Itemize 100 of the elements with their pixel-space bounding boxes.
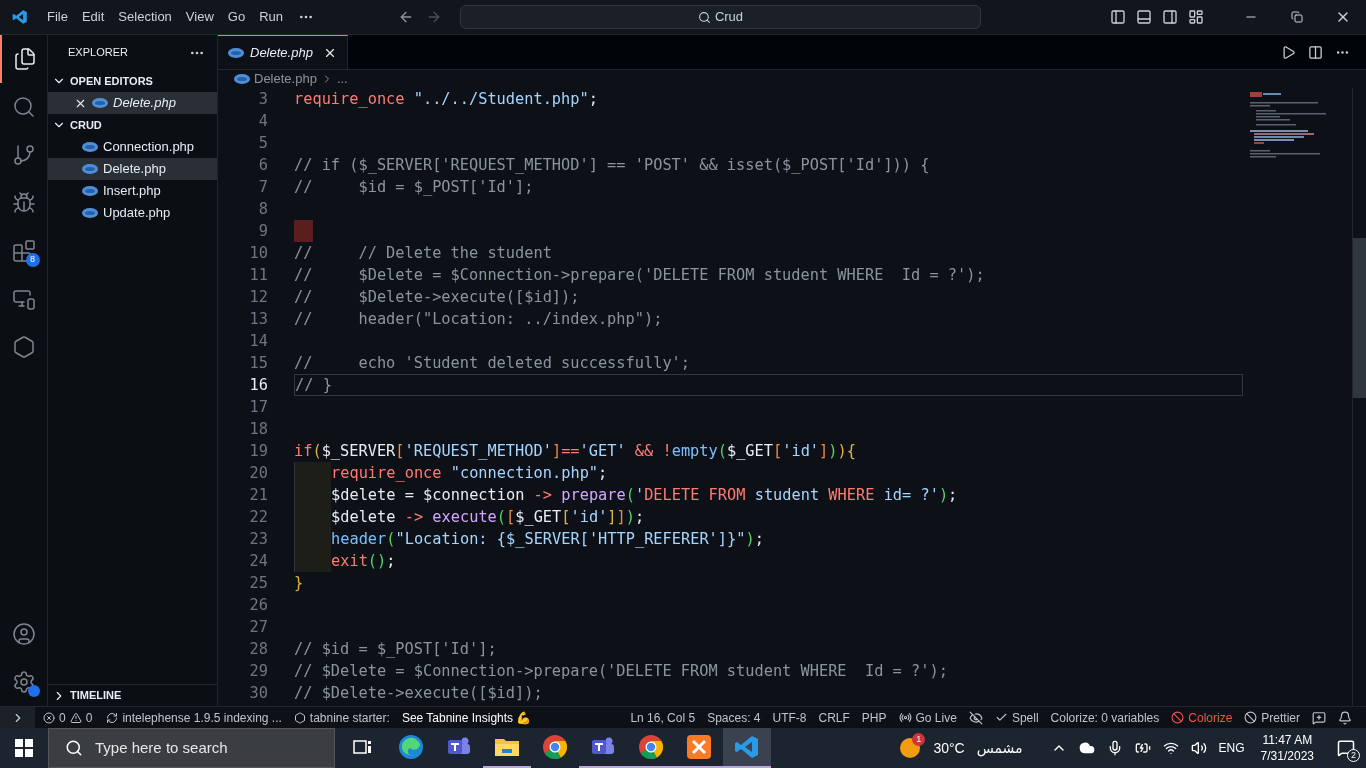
language-indicator[interactable]: ENG [1218,739,1245,757]
settings-icon [11,670,36,694]
editor-tab[interactable]: Delete.php [218,35,348,69]
line-number: 13 [248,308,268,330]
spell-button[interactable]: Spell [988,708,1045,727]
status-item[interactable]: See Tabnine Insights 💪 [395,708,538,727]
panel-toggle-icon[interactable] [1136,9,1152,25]
command-center-text: Crud [714,8,744,27]
notification-icon [1337,739,1355,757]
monitor-icon [11,287,36,311]
line-number: 9 [257,220,268,242]
explorer-entry[interactable]: Delete.php [48,92,217,114]
notifications-button[interactable]: 2 [1326,728,1366,768]
search-icon [697,10,711,24]
code-line: require_once "../../Student.php"; [294,88,598,110]
menu-item[interactable]: View [178,7,221,27]
prettier-button[interactable]: Prettier [1238,708,1306,727]
taskbar-search-input[interactable]: Type here to search [95,736,295,760]
wifi-icon[interactable] [1162,740,1179,756]
browser-icon [542,734,568,760]
eye-off-icon [968,710,983,725]
code-line: // $Delete = $Connection->prepare('DELETE FROM student WHERE Id = ?'); [294,264,985,286]
line-number: 7 [257,176,268,198]
line-number: 19 [248,440,268,462]
code-line: // header("Location: ../index.php"); [294,308,663,330]
line-number: 26 [248,594,268,616]
code-line: // $id = $_POST['Id']; [294,638,497,660]
status-item[interactable]: Colorize: 0 variables [1044,708,1166,727]
account-icon [11,622,36,646]
secondary-sidebar-icon[interactable] [1162,9,1178,25]
menu-item[interactable]: Selection [111,7,179,27]
hexagon-icon [293,711,306,724]
menu-item[interactable]: Edit [74,7,112,27]
code-line: // // Delete the student [294,242,552,264]
line-number: 22 [248,506,268,528]
line-number: 3 [257,88,268,110]
files-icon [12,47,37,71]
colorize-button[interactable]: Colorize [1165,708,1239,727]
back-icon[interactable] [398,9,414,25]
search-icon [65,739,83,757]
code-line: // } [295,374,332,396]
code-line: $delete -> execute([$_GET['id']]); [331,506,645,528]
split-editor-icon[interactable] [1308,44,1323,60]
breadcrumb-item[interactable]: ... [336,69,348,89]
section-header[interactable]: OPEN EDITORS [48,70,217,92]
layout-icon[interactable] [1188,9,1204,25]
menu-item[interactable]: Go [220,7,253,27]
weather-condition-text: مشمس [976,738,1023,759]
explorer-entry[interactable]: Update.php [48,202,217,224]
feedback-icon [1312,710,1326,725]
php-file-icon [234,74,250,84]
code-line: // if ($_SERVER['REQUEST_METHOD'] == 'POST' && isset($_POST['Id'])) { [294,154,930,176]
command-center-field[interactable]: Crud [460,5,981,29]
branch-icon [11,143,36,167]
explorer-entry[interactable]: Delete.php [48,158,217,180]
sidebar-title: EXPLORER [68,45,128,61]
line-number: 12 [248,286,268,308]
run-icon[interactable] [1281,44,1296,60]
explorer-entry[interactable]: Connection.php [48,136,217,158]
line-number: 29 [248,660,268,682]
line-number: 8 [257,198,268,220]
error-icon [43,711,55,724]
status-item[interactable]: CRLF [812,708,856,727]
line-number: 16 [248,374,268,396]
breadcrumb-item[interactable]: Delete.php [254,69,317,89]
status-item[interactable]: Ln 16, Col 5 [624,708,702,727]
clock-date[interactable]: 7/31/2023 [1260,748,1314,764]
check-icon [994,711,1008,724]
line-number: 27 [248,616,268,638]
clock-time[interactable]: 11:47 AM [1262,732,1313,748]
menu-item[interactable]: Run [252,7,290,27]
bug-icon [11,191,36,215]
volume-icon[interactable] [1190,740,1207,756]
status-item[interactable]: PHP [855,708,893,727]
weather-badge: 1 [912,733,926,746]
code-line: if($_SERVER['REQUEST_METHOD']=='GET' && !empty($_GET['id'])){ [294,440,856,462]
warning-icon [69,711,82,724]
tabnine-status[interactable]: tabnine starter: [287,708,396,727]
explorer-entry[interactable]: Insert.php [48,180,217,202]
line-number: 25 [248,572,268,594]
php-file-icon [82,186,98,196]
line-number: 24 [248,550,268,572]
section-header[interactable]: CRUD [48,114,217,136]
code-line: // $Delete->execute([$id]); [294,682,543,704]
status-item[interactable]: Spaces: 4 [701,708,767,727]
line-number: 18 [248,418,268,440]
php-file-icon [92,98,108,108]
indexing-status[interactable]: intelephense 1.9.5 indexing ... [100,708,288,727]
temperature-text: 30°C [933,738,965,758]
cloud-icon[interactable] [1078,740,1095,756]
go-live-button[interactable]: Go Live [892,708,963,727]
scrollbar-thumb[interactable] [1353,238,1366,398]
taskbar-search-field[interactable]: Type here to search [48,728,335,768]
activity-bar-button[interactable]: 8 [0,227,48,275]
status-item[interactable]: UTF-8 [766,708,813,727]
sidebar-toggle-icon[interactable] [1110,9,1126,25]
menu-item[interactable]: File [40,7,75,27]
restore-icon [1291,11,1303,23]
problems-button[interactable]: 0 0 [35,708,101,727]
battery-icon[interactable] [1134,740,1151,756]
